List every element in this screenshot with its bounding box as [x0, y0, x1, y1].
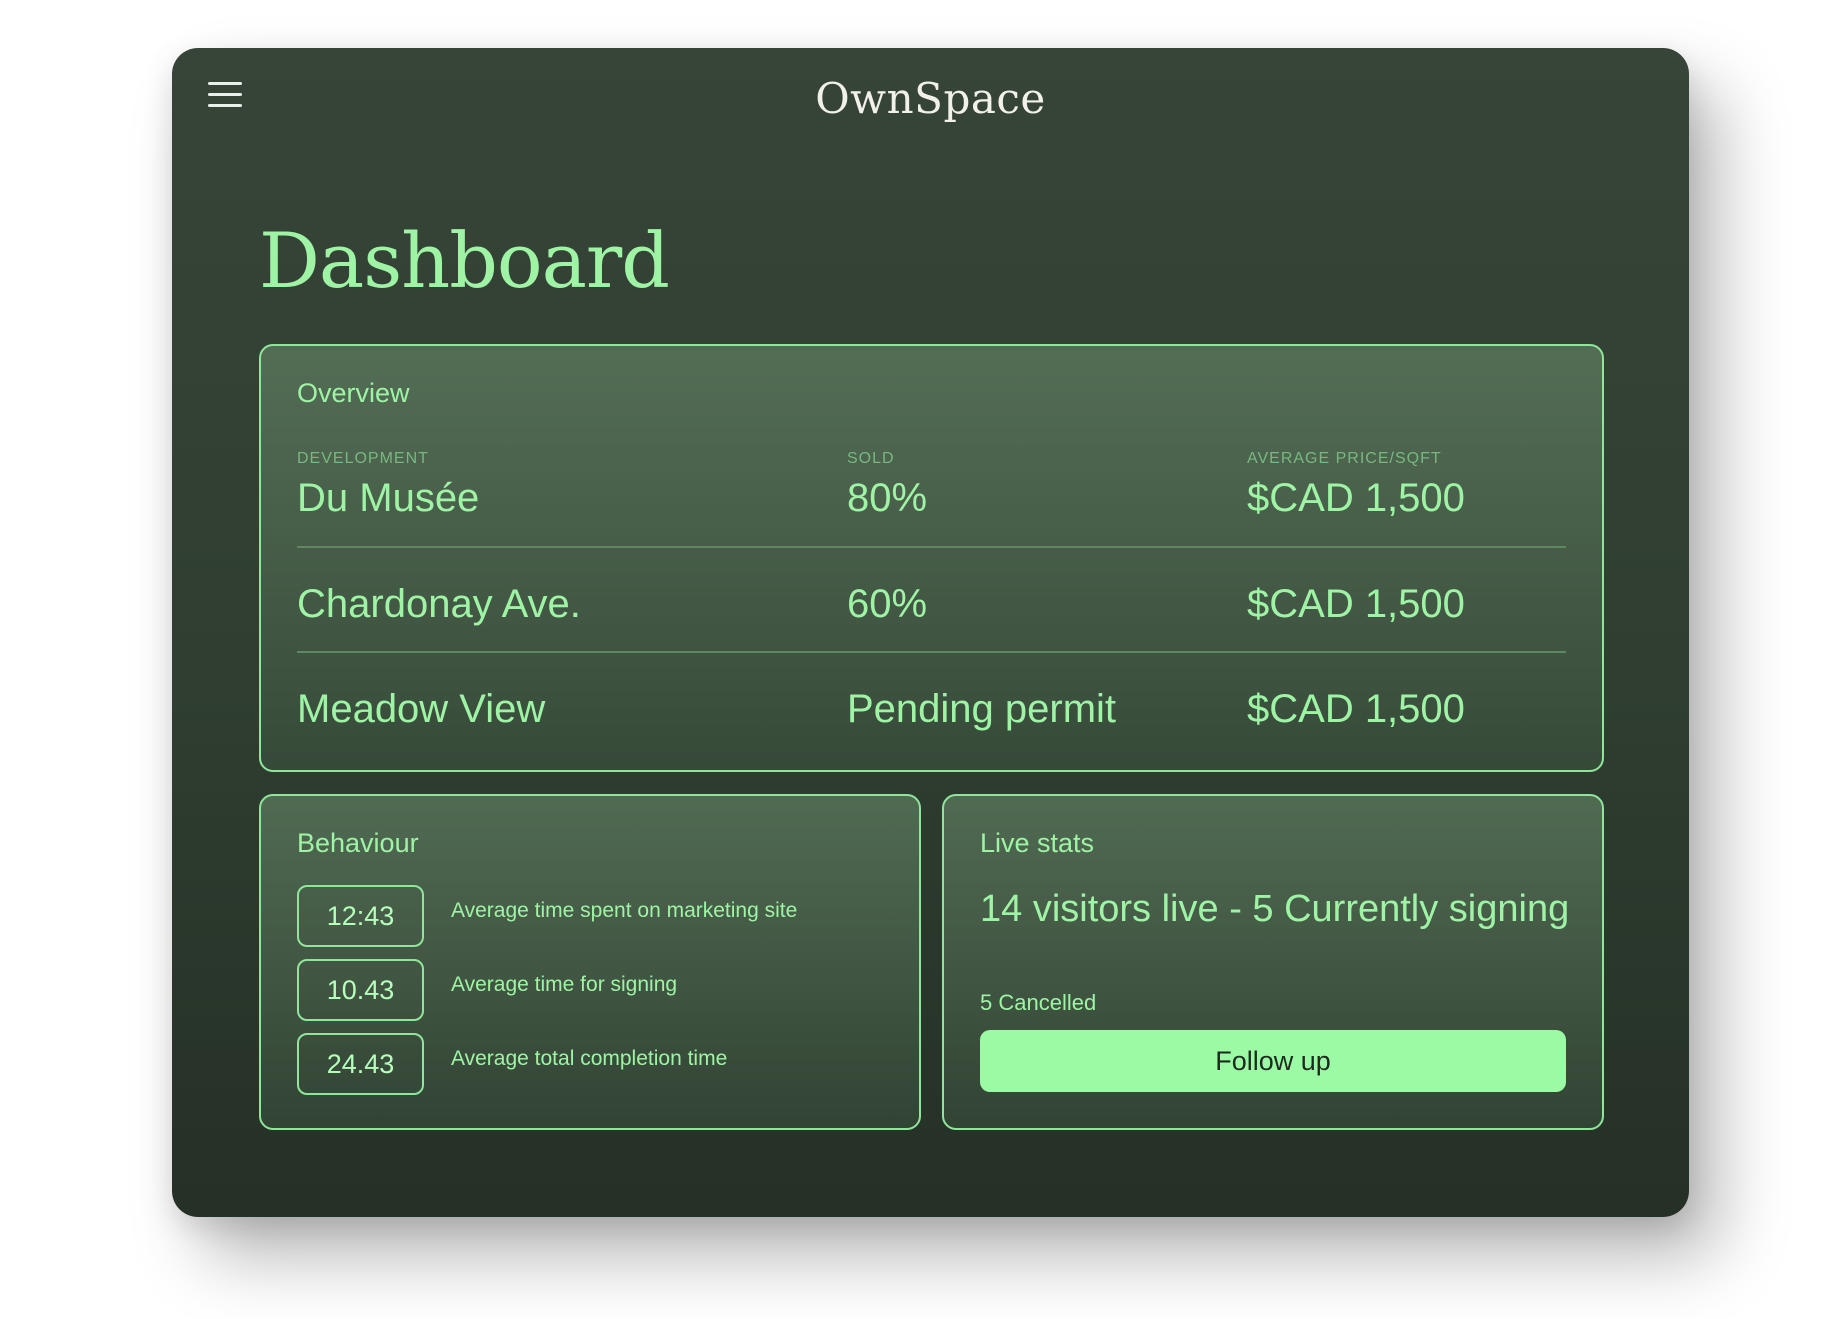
- app-logo: OwnSpace: [815, 74, 1046, 123]
- overview-card: Overview DEVELOPMENT SOLD AVERAGE PRICE/…: [259, 344, 1604, 772]
- dashboard-window: OwnSpace Dashboard Overview DEVELOPMENT …: [172, 48, 1689, 1217]
- metric-label: Average total completion time: [451, 1047, 728, 1070]
- metric-value-box: 12:43: [297, 885, 424, 947]
- development-name: Du Musée: [297, 476, 480, 520]
- price-value: $CAD 1,500: [1247, 687, 1465, 731]
- column-header-price: AVERAGE PRICE/SQFT: [1247, 450, 1442, 467]
- behaviour-title: Behaviour: [297, 828, 419, 858]
- column-header-development: DEVELOPMENT: [297, 450, 429, 467]
- sold-value: 80%: [847, 476, 928, 520]
- price-value: $CAD 1,500: [1247, 476, 1465, 520]
- column-header-sold: SOLD: [847, 450, 895, 467]
- development-name: Meadow View: [297, 687, 546, 731]
- metric-value-box: 24.43: [297, 1033, 424, 1095]
- behaviour-card: Behaviour 12:43 Average time spent on ma…: [259, 794, 921, 1130]
- table-row[interactable]: Du Musée 80% $CAD 1,500: [261, 476, 1602, 556]
- sold-value: Pending permit: [847, 687, 1117, 731]
- live-stats-title: Live stats: [980, 828, 1095, 858]
- live-stats-card: Live stats 14 visitors live - 5 Currentl…: [942, 794, 1604, 1130]
- table-row[interactable]: Chardonay Ave. 60% $CAD 1,500: [261, 582, 1602, 662]
- metric-label: Average time spent on marketing site: [451, 899, 798, 922]
- page-title: Dashboard: [259, 216, 670, 305]
- follow-up-button[interactable]: Follow up: [980, 1030, 1566, 1092]
- row-divider: [297, 546, 1566, 548]
- cancelled-count: 5 Cancelled: [980, 990, 1097, 1015]
- price-value: $CAD 1,500: [1247, 582, 1465, 626]
- live-visitors-headline: 14 visitors live - 5 Currently signing: [980, 888, 1570, 930]
- overview-title: Overview: [297, 378, 410, 408]
- table-row[interactable]: Meadow View Pending permit $CAD 1,500: [261, 687, 1602, 767]
- sold-value: 60%: [847, 582, 928, 626]
- metric-value-box: 10.43: [297, 959, 424, 1021]
- metric-label: Average time for signing: [451, 973, 678, 996]
- row-divider: [297, 651, 1566, 653]
- development-name: Chardonay Ave.: [297, 582, 581, 626]
